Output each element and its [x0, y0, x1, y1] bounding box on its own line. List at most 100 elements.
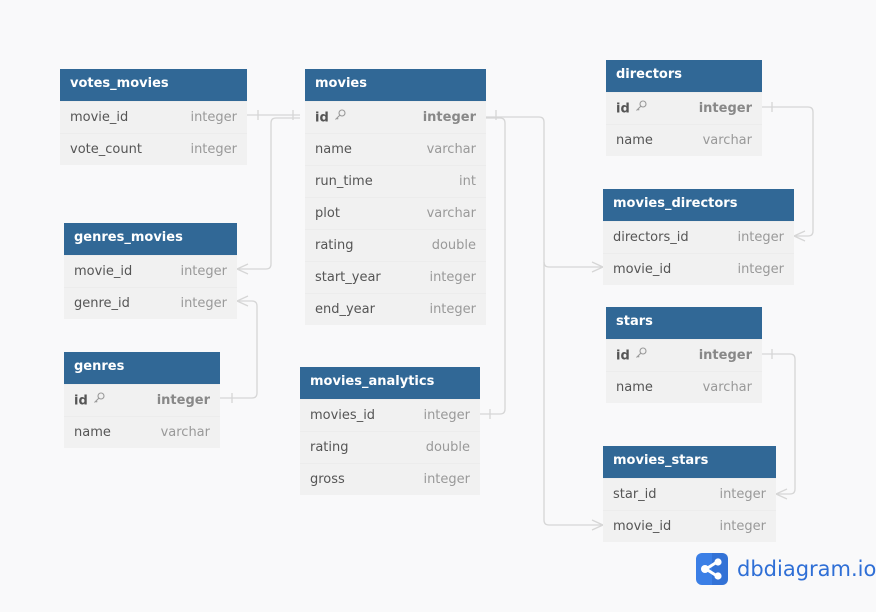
field-name: name [616, 133, 653, 148]
table-header[interactable]: genres_movies [64, 223, 237, 255]
table-votes-movies[interactable]: votes_movies movie_id integer vote_count int… [60, 69, 247, 165]
field-row[interactable]: movie_id integer [64, 255, 237, 287]
field-name: star_id [613, 487, 657, 502]
field-row[interactable]: name varchar [606, 371, 762, 403]
key-icon [635, 93, 647, 125]
cardinality-movies-analytics [489, 110, 497, 419]
table-directors[interactable]: directors id integer name varchar [606, 60, 762, 156]
table-header[interactable]: movies_stars [603, 446, 776, 478]
field-name: movie_id [74, 264, 133, 279]
table-header[interactable]: movies_analytics [300, 367, 480, 399]
field-name: gross [310, 472, 345, 487]
field-row[interactable]: rating double [300, 431, 480, 463]
field-row[interactable]: id integer [305, 101, 486, 133]
table-header[interactable]: movies [305, 69, 486, 101]
table-genres-movies[interactable]: genres_movies movie_id integer genre_id inte… [64, 223, 237, 319]
field-name: movie_id [613, 262, 672, 277]
field-name: vote_count [70, 142, 142, 157]
field-type: integer [156, 393, 210, 408]
field-name: movie_id [613, 519, 672, 534]
field-type: integer [719, 519, 766, 534]
field-row[interactable]: vote_count integer [60, 133, 247, 165]
table-movies-directors[interactable]: movies_directors directors_id integer movie… [603, 189, 794, 285]
field-type: integer [190, 142, 237, 157]
table-movies[interactable]: movies id integer name varchar run_time int plo… [305, 69, 486, 325]
field-row[interactable]: rating double [305, 229, 486, 261]
field-name: name [315, 142, 352, 157]
field-type: integer [422, 110, 476, 125]
field-name: id [616, 348, 630, 364]
field-type: varchar [426, 206, 476, 221]
key-icon [93, 385, 105, 417]
field-name: plot [315, 206, 340, 221]
field-type: integer [190, 110, 237, 125]
field-name: movie_id [70, 110, 129, 125]
field-type: integer [429, 302, 476, 317]
field-type: integer [180, 296, 227, 311]
field-type: integer [737, 262, 784, 277]
share-nodes-icon [696, 553, 728, 585]
table-header[interactable]: stars [606, 307, 762, 339]
key-icon [334, 102, 346, 134]
field-row[interactable]: name varchar [606, 124, 762, 156]
rel-movies-stars[interactable] [543, 262, 603, 526]
field-type: varchar [426, 142, 476, 157]
field-row[interactable]: start_year integer [305, 261, 486, 293]
rel-movies-directors[interactable] [486, 116, 603, 268]
table-header[interactable]: votes_movies [60, 69, 247, 101]
table-genres[interactable]: genres id integer name varchar [64, 352, 220, 448]
field-name: name [616, 380, 653, 395]
field-type: integer [719, 487, 766, 502]
field-row[interactable]: run_time int [305, 165, 486, 197]
field-row[interactable]: movie_id integer [603, 510, 776, 542]
field-row[interactable]: name varchar [305, 133, 486, 165]
field-type: integer [698, 101, 752, 116]
field-type: integer [737, 230, 784, 245]
field-row[interactable]: movie_id integer [603, 253, 794, 285]
field-row[interactable]: star_id integer [603, 478, 776, 510]
field-name: start_year [315, 270, 381, 285]
field-name: end_year [315, 302, 375, 317]
field-type: varchar [702, 380, 752, 395]
table-movies-analytics[interactable]: movies_analytics movies_id integer rating do… [300, 367, 480, 495]
field-type: double [431, 238, 476, 253]
field-type: integer [698, 348, 752, 363]
field-row[interactable]: id integer [606, 339, 762, 371]
field-row[interactable]: genre_id integer [64, 287, 237, 319]
table-header[interactable]: directors [606, 60, 762, 92]
field-row[interactable]: plot varchar [305, 197, 486, 229]
field-row[interactable]: directors_id integer [603, 221, 794, 253]
field-name: directors_id [613, 230, 689, 245]
field-row[interactable]: movies_id integer [300, 399, 480, 431]
field-row[interactable]: movie_id integer [60, 101, 247, 133]
field-type: integer [180, 264, 227, 279]
field-name: rating [310, 440, 349, 455]
field-name: rating [315, 238, 354, 253]
field-row[interactable]: id integer [606, 92, 762, 124]
field-name: id [616, 101, 630, 117]
field-type: integer [429, 270, 476, 285]
field-type: varchar [702, 133, 752, 148]
field-name: name [74, 425, 111, 440]
field-name: movies_id [310, 408, 376, 423]
field-type: varchar [160, 425, 210, 440]
key-icon [635, 340, 647, 372]
field-name: genre_id [74, 296, 130, 311]
field-name: run_time [315, 174, 373, 189]
field-type: integer [423, 472, 470, 487]
field-type: integer [423, 408, 470, 423]
table-movies-stars[interactable]: movies_stars star_id integer movie_id intege… [603, 446, 776, 542]
field-row[interactable]: name varchar [64, 416, 220, 448]
field-row[interactable]: gross integer [300, 463, 480, 495]
field-name: id [74, 393, 88, 409]
field-name: id [315, 110, 329, 126]
brand-logo[interactable]: dbdiagram.io [696, 553, 876, 585]
field-type: double [425, 440, 470, 455]
table-header[interactable]: genres [64, 352, 220, 384]
table-stars[interactable]: stars id integer name varchar [606, 307, 762, 403]
field-type: int [459, 174, 476, 189]
brand-name: dbdiagram.io [737, 557, 876, 581]
table-header[interactable]: movies_directors [603, 189, 794, 221]
field-row[interactable]: end_year integer [305, 293, 486, 325]
field-row[interactable]: id integer [64, 384, 220, 416]
